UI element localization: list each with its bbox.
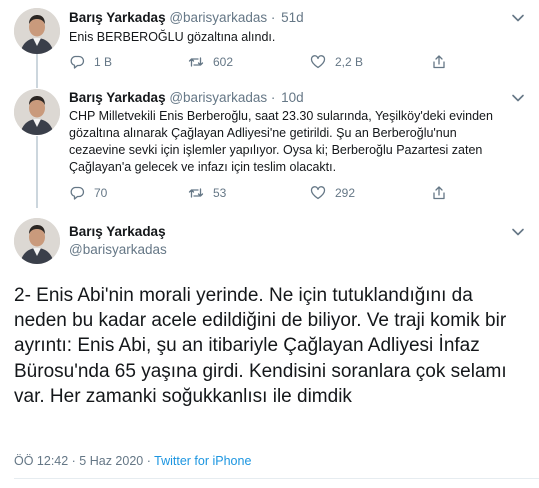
like-button[interactable]: 2,2 B bbox=[310, 53, 363, 71]
like-count: 2,2 B bbox=[335, 55, 364, 69]
like-icon bbox=[310, 55, 326, 69]
tweet-1[interactable]: Barış Yarkadaş @barisyarkadas · 51d Enis… bbox=[0, 0, 539, 88]
chevron-down-icon[interactable] bbox=[511, 91, 525, 105]
avatar[interactable] bbox=[14, 89, 60, 135]
chevron-down-icon[interactable] bbox=[511, 11, 525, 25]
separator: · bbox=[270, 10, 276, 25]
tweet-header: Barış Yarkadaş @barisyarkadas · 51d bbox=[69, 9, 304, 27]
tweet-time[interactable]: 51d bbox=[281, 10, 304, 25]
tweet-text-line: Çağlayan'a gelecek ve infazı için teslim… bbox=[69, 160, 337, 174]
tweet-text-line: cezaevine sevki için işlemler yapılıyor.… bbox=[69, 143, 483, 157]
avatar[interactable] bbox=[14, 218, 60, 264]
avatar[interactable] bbox=[14, 8, 60, 54]
tweet-actions: 1 B 602 2,2 B bbox=[69, 53, 459, 71]
tweet-time[interactable]: 10d bbox=[281, 90, 304, 105]
retweet-count: 53 bbox=[213, 186, 227, 200]
reply-button[interactable]: 70 bbox=[69, 184, 107, 202]
tweet-text-line: CHP Milletvekili Enis Berberoğlu, saat 2… bbox=[69, 109, 493, 123]
reply-count: 1 B bbox=[94, 55, 113, 69]
reply-icon bbox=[70, 186, 85, 200]
tweet-header: Barış Yarkadaş @barisyarkadas · 10d bbox=[69, 89, 304, 107]
main-tweet-text: 2- Enis Abi'nin morali yerinde. Ne için … bbox=[14, 285, 507, 407]
tweet-meta: ÖÖ 12:42 · 5 Haz 2020 · Twitter for iPho… bbox=[14, 453, 251, 469]
thread-line bbox=[36, 136, 38, 208]
like-button[interactable]: 292 bbox=[310, 184, 355, 202]
retweet-button[interactable]: 602 bbox=[188, 53, 233, 71]
tweet-timestamp[interactable]: ÖÖ 12:42 · 5 Haz 2020 · bbox=[14, 454, 151, 468]
share-button[interactable] bbox=[431, 53, 456, 71]
author-handle[interactable]: @barisyarkadas bbox=[69, 241, 167, 259]
reply-button[interactable]: 1 B bbox=[69, 53, 112, 71]
retweet-button[interactable]: 53 bbox=[188, 184, 226, 202]
author-handle[interactable]: @barisyarkadas bbox=[169, 90, 267, 105]
like-icon bbox=[310, 186, 326, 200]
tweet-text: Enis BERBEROĞLU gözaltına alındı. bbox=[69, 30, 276, 44]
retweet-count: 602 bbox=[213, 55, 234, 69]
author-name[interactable]: Barış Yarkadaş bbox=[69, 10, 166, 25]
chevron-down-icon[interactable] bbox=[511, 225, 525, 239]
share-icon bbox=[433, 186, 445, 200]
tweet-text-line: gözaltına alınarak Çağlayan Adliyesi'ne … bbox=[69, 126, 457, 140]
share-button[interactable] bbox=[431, 184, 456, 202]
share-icon bbox=[433, 55, 445, 69]
tweet-text: CHP Milletvekili Enis Berberoğlu, saat 2… bbox=[69, 108, 519, 176]
tweet-actions: 70 53 292 bbox=[69, 184, 459, 202]
tweet-2[interactable]: Barış Yarkadaş @barisyarkadas · 10d CHP … bbox=[0, 80, 539, 208]
reply-icon bbox=[70, 55, 85, 69]
retweet-icon bbox=[188, 57, 204, 67]
separator: · bbox=[270, 90, 276, 105]
reply-count: 70 bbox=[94, 186, 108, 200]
retweet-icon bbox=[188, 188, 204, 198]
author-name[interactable]: Barış Yarkadaş bbox=[69, 223, 166, 241]
divider bbox=[14, 478, 539, 479]
tweet-source-link[interactable]: Twitter for iPhone bbox=[154, 454, 251, 468]
author-name[interactable]: Barış Yarkadaş bbox=[69, 90, 166, 105]
author-handle[interactable]: @barisyarkadas bbox=[169, 10, 267, 25]
like-count: 292 bbox=[335, 186, 356, 200]
